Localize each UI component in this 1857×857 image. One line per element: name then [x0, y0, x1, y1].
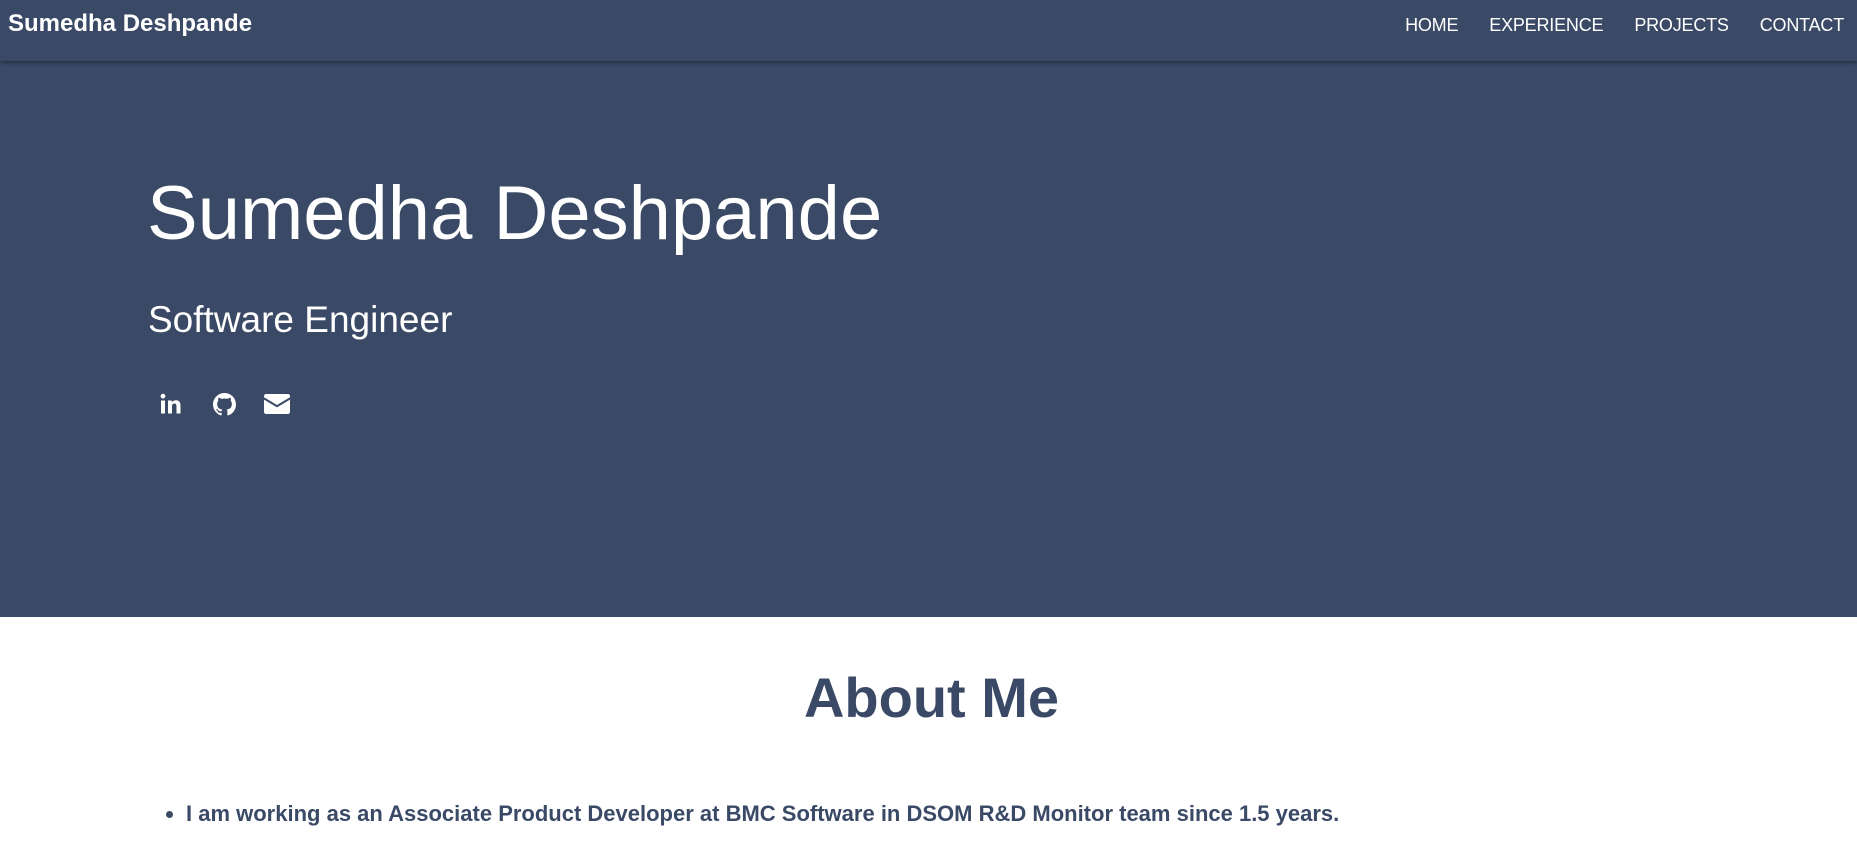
about-list: I am working as an Associate Product Dev… — [150, 801, 1339, 827]
nav-link-contact[interactable]: CONTACT — [1760, 14, 1844, 36]
github-icon — [212, 392, 236, 415]
hero-name: Sumedha Deshpande — [147, 171, 883, 256]
hero-section: Sumedha Deshpande Software Engineer — [0, 61, 1857, 617]
hero-role: Software Engineer — [148, 299, 453, 340]
about-list-item: I am working as an Associate Product Dev… — [186, 801, 1339, 827]
about-section: About Me I am working as an Associate Pr… — [0, 617, 1857, 857]
nav-link-projects[interactable]: PROJECTS — [1634, 14, 1729, 36]
brand-link[interactable]: Sumedha Deshpande — [8, 10, 252, 38]
email-link[interactable] — [263, 390, 291, 418]
linkedin-icon — [160, 393, 181, 414]
nav-link-experience[interactable]: EXPERIENCE — [1489, 14, 1603, 36]
nav-links: HOME EXPERIENCE PROJECTS CONTACT — [1405, 14, 1844, 36]
nav-link-home[interactable]: HOME — [1405, 14, 1458, 36]
top-navbar: Sumedha Deshpande HOME EXPERIENCE PROJEC… — [0, 0, 1857, 61]
social-links — [157, 390, 316, 418]
about-title: About Me — [803, 666, 1060, 729]
github-link[interactable] — [210, 390, 238, 418]
envelope-icon — [264, 394, 290, 414]
linkedin-link[interactable] — [157, 390, 185, 418]
